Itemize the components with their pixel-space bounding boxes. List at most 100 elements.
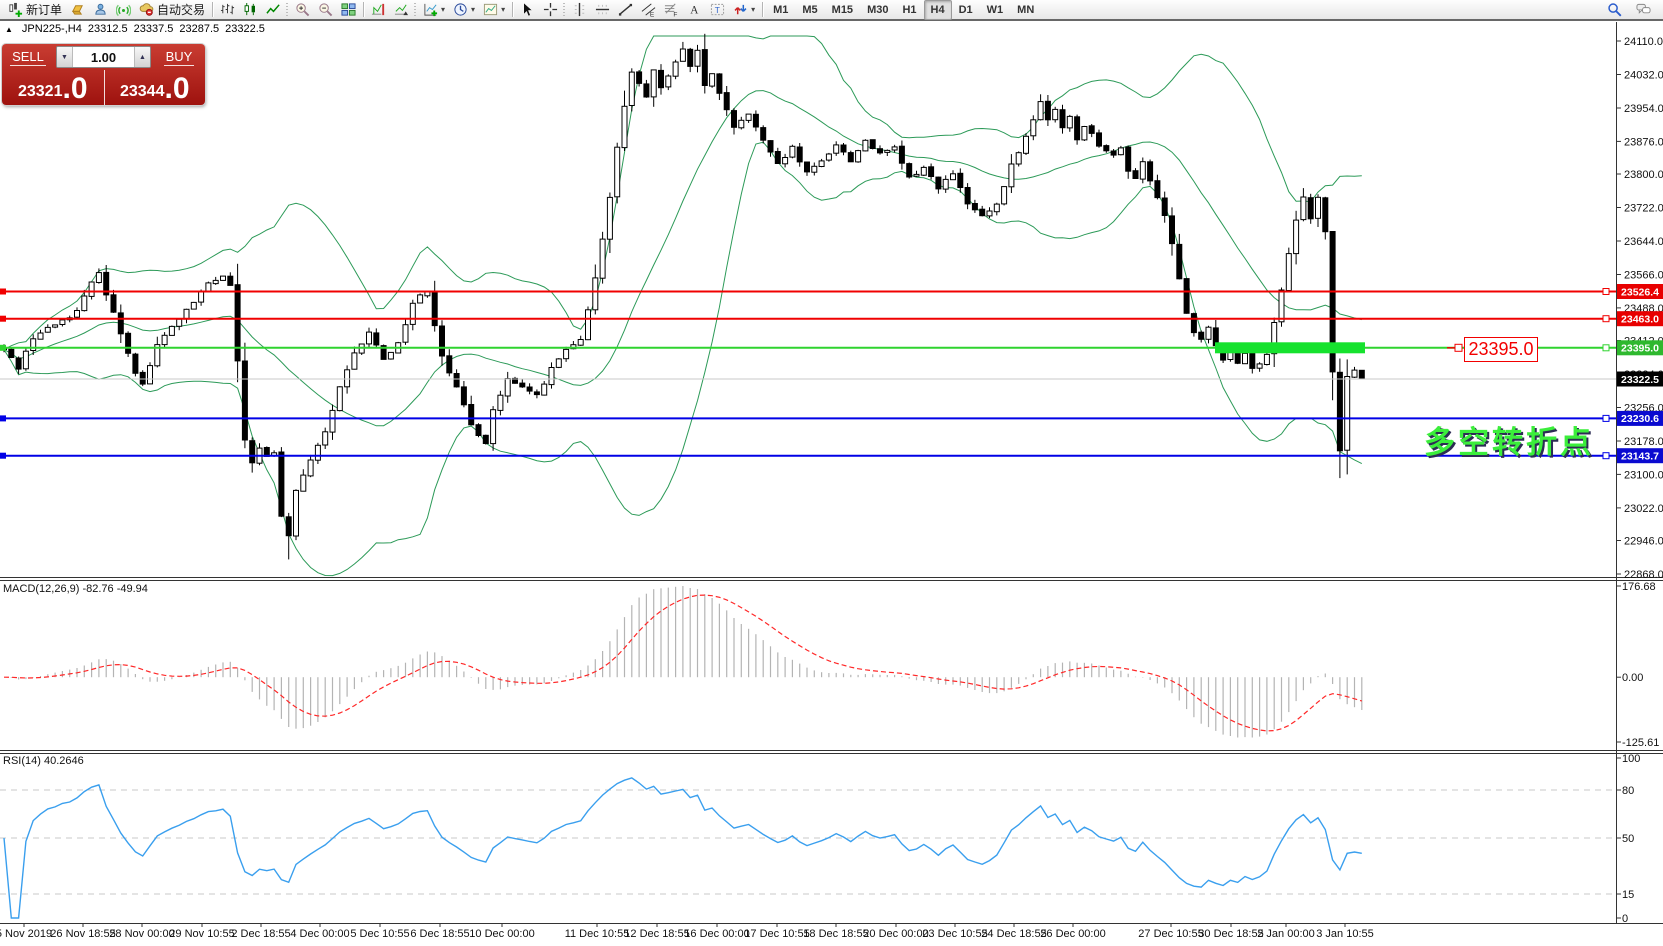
buy-price[interactable]: 23344.0 [104,70,206,105]
time-label: 12 Dec 18:55 [624,928,689,940]
svg-text:23230.6: 23230.6 [1621,413,1659,425]
timeframe-M15[interactable]: M15 [825,0,860,20]
new-order-icon [8,2,23,17]
svg-text:23395.0: 23395.0 [1621,343,1659,355]
time-label: 16 Dec 00:00 [684,928,749,940]
toolbar-separator [286,3,288,17]
rsi-line [4,778,1362,918]
toolbar-button-periods[interactable]: ▾ [449,0,479,20]
time-label: 28 Nov 00:00 [109,928,174,940]
periods-icon [453,2,468,17]
macd-histogram [4,586,1362,738]
toolbar-button-deposit[interactable] [66,0,89,20]
svg-text:23022.0: 23022.0 [1624,503,1663,515]
timeframe-H4[interactable]: H4 [924,0,952,20]
toolbar-button-zoom-in[interactable] [291,0,314,20]
toolbar-button-chat[interactable] [1632,0,1655,20]
timeframe-H1[interactable]: H1 [895,0,923,20]
toolbar-button-candle-chart[interactable] [239,0,262,20]
svg-text:23800.0: 23800.0 [1624,169,1663,181]
time-label: 10 Dec 00:00 [469,928,534,940]
toolbar-button-horizontal-line[interactable] [591,0,614,20]
vertical-line-icon [572,2,587,17]
toolbar-separator [414,3,416,17]
line-chart-icon [266,2,281,17]
crosshair-icon [543,2,558,17]
svg-text:23644.0: 23644.0 [1624,236,1663,248]
toolbar-button-chart-shift[interactable] [367,0,390,20]
symbol-period-label: JPN225-,H4 [22,23,82,35]
toolbar-button-vertical-line[interactable] [568,0,591,20]
toolbar-button-arrows[interactable]: ▾ [729,0,759,20]
svg-text:80: 80 [1622,785,1634,797]
timeframe-D1[interactable]: D1 [952,0,980,20]
timeframe-M5[interactable]: M5 [795,0,824,20]
volume-decrease-button[interactable]: ▼ [57,47,73,67]
toolbar-button-fibonacci[interactable]: F [660,0,683,20]
toolbar-button-new-order[interactable]: 新订单 [4,0,66,20]
chart-area[interactable]: 24110.024032.023954.023876.023800.023722… [0,0,1663,941]
toolbar-button-text[interactable]: A [683,0,706,20]
toolbar-button-templates[interactable]: ▾ [479,0,509,20]
time-label: 30 Dec 18:55 [1198,928,1263,940]
toolbar-button-indicators[interactable]: ▾ [419,0,449,20]
equidistant-channel-icon: E [641,2,656,17]
timeframe-W1[interactable]: W1 [980,0,1011,20]
sell-price[interactable]: 23321.0 [2,70,104,105]
time-label: 5 Dec 10:55 [350,928,409,940]
svg-text:E: E [650,12,655,17]
ohlc-close: 23322.5 [225,23,265,35]
toolbar-button-text-label[interactable]: T [706,0,729,20]
svg-text:23722.0: 23722.0 [1624,203,1663,215]
toolbar-button-cursor[interactable] [516,0,539,20]
toolbar-button-auto-trading[interactable]: 自动交易 [135,0,209,20]
text-label-icon: T [710,2,725,17]
macd-label: MACD(12,26,9) -82.76 -49.94 [3,583,148,595]
time-label: 26 Nov 18:55 [50,928,115,940]
svg-text:T: T [715,5,720,15]
svg-text:F: F [673,12,677,17]
arrows-icon [733,2,748,17]
time-label: 5 Nov 2019 [0,928,52,940]
fibonacci-icon: F [664,2,679,17]
one-click-trade-panel: SELL ▼ ▲ BUY 23321.0 23344.0 [2,44,205,105]
toolbar-separator [212,2,213,17]
toolbar-button-line-chart[interactable] [262,0,285,20]
time-label: 27 Dec 10:55 [1138,928,1203,940]
price-tag-label[interactable]: 23395.0 [1464,337,1538,362]
timeframe-MN[interactable]: MN [1010,0,1041,20]
chevron-down-icon: ▾ [471,6,475,14]
toolbar-button-crosshair[interactable] [539,0,562,20]
time-label: 2 Dec 18:55 [231,928,290,940]
time-axis[interactable]: 5 Nov 201926 Nov 18:5528 Nov 00:0029 Nov… [0,923,1374,940]
buy-button[interactable]: BUY [153,49,205,66]
cursor-icon [520,2,535,17]
toolbar-button-equidistant-channel[interactable]: E [637,0,660,20]
svg-text:-125.61: -125.61 [1622,737,1659,749]
time-label: 3 Jan 10:55 [1316,928,1374,940]
volume-input[interactable] [73,47,134,67]
toolbar-button-bar-chart[interactable] [216,0,239,20]
chart-title: ▲ JPN225-,H4 23312.5 23337.5 23287.5 233… [5,23,265,35]
time-label: 20 Dec 00:00 [863,928,928,940]
volume-increase-button[interactable]: ▲ [134,47,150,67]
toolbar-button-trendline[interactable] [614,0,637,20]
turning-point-text[interactable]: 多空转折点 [1424,417,1594,462]
bar-chart-icon [220,2,235,17]
toolbar-button-community[interactable] [89,0,112,20]
ohlc-high: 23337.5 [134,23,174,35]
svg-text:23463.0: 23463.0 [1621,314,1659,326]
toolbar-button-tile-windows[interactable] [337,0,360,20]
chart-shift-icon [371,2,386,17]
highlight-segment [1215,342,1365,353]
price-axis[interactable]: 24110.024032.023954.023876.023800.023722… [1616,36,1663,925]
toolbar-button-auto-scroll[interactable] [390,0,413,20]
sell-button[interactable]: SELL [2,49,54,66]
toolbar-button-zoom-out[interactable] [314,0,337,20]
svg-text:23322.5: 23322.5 [1621,374,1659,386]
timeframe-M1[interactable]: M1 [766,0,795,20]
search-icon [1607,2,1622,17]
timeframe-M30[interactable]: M30 [860,0,895,20]
toolbar-button-signals[interactable] [112,0,135,20]
toolbar-button-search[interactable] [1603,0,1626,20]
